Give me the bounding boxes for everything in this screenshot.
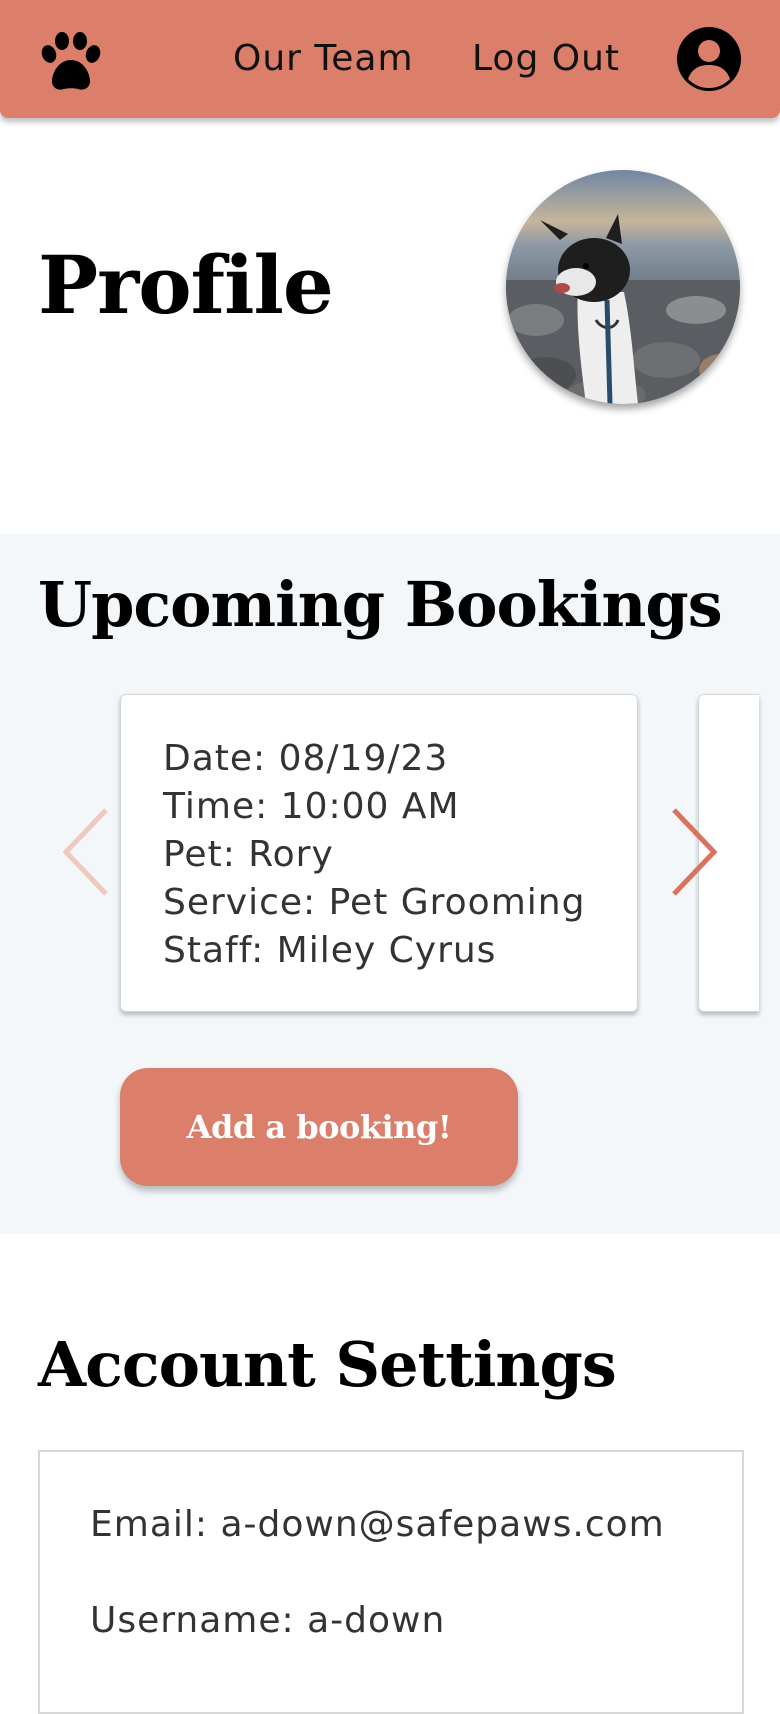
paw-icon[interactable] bbox=[36, 30, 106, 94]
booking-staff: Staff: Miley Cyrus bbox=[163, 930, 497, 971]
booking-date: Date: 08/19/23 bbox=[163, 738, 449, 779]
account-settings-panel: Email: a-down@safepaws.com Username: a-d… bbox=[38, 1450, 744, 1714]
dog-photo bbox=[506, 170, 740, 404]
chevron-left-icon[interactable] bbox=[60, 806, 112, 898]
add-booking-button[interactable]: Add a booking! bbox=[120, 1068, 518, 1186]
top-navbar: Our Team Log Out bbox=[0, 0, 780, 118]
account-email: Email: a-down@safepaws.com bbox=[90, 1504, 665, 1545]
chevron-right-icon[interactable] bbox=[668, 806, 720, 898]
booking-service: Service: Pet Grooming bbox=[163, 882, 586, 923]
booking-details: Date: 08/19/23 Time: 10:00 AM Pet: Rory … bbox=[163, 735, 585, 975]
booking-pet: Pet: Rory bbox=[163, 834, 334, 875]
user-avatar-icon[interactable] bbox=[676, 26, 742, 92]
nav-link-our-team[interactable]: Our Team bbox=[233, 38, 414, 79]
booking-time: Time: 10:00 AM bbox=[163, 786, 460, 827]
account-username: Username: a-down bbox=[90, 1600, 446, 1641]
booking-card[interactable]: Date: 08/19/23 Time: 10:00 AM Pet: Rory … bbox=[120, 694, 638, 1012]
account-settings-heading: Account Settings bbox=[38, 1328, 617, 1401]
pet-profile-photo bbox=[506, 170, 740, 404]
bookings-heading: Upcoming Bookings bbox=[38, 568, 723, 641]
nav-link-log-out[interactable]: Log Out bbox=[472, 38, 620, 79]
page-title: Profile bbox=[38, 238, 334, 332]
